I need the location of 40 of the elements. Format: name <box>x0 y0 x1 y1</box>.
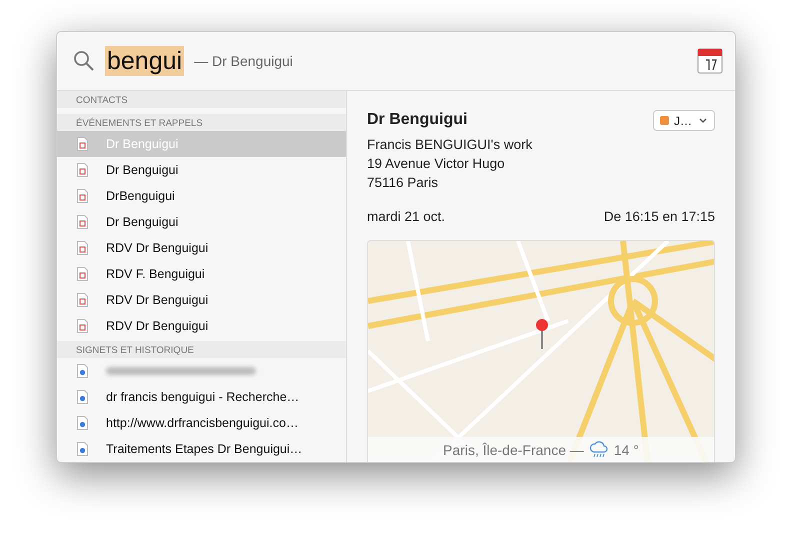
result-item[interactable]: RDV Dr Benguigui <box>57 287 346 313</box>
result-item[interactable]: Dr Benguigui <box>57 209 346 235</box>
search-completion: — Dr Benguigui <box>194 53 293 69</box>
web-file-icon <box>77 442 88 456</box>
calendar-file-icon <box>77 215 88 229</box>
search-icon <box>73 50 95 72</box>
chevron-icon <box>697 116 709 124</box>
section-header: ÉVÉNEMENTS ET RAPPELS <box>57 114 346 131</box>
web-file-icon <box>77 390 88 404</box>
result-item[interactable]: Dr Benguigui <box>57 157 346 183</box>
calendar-file-icon <box>77 189 88 203</box>
result-item[interactable]: Traitements Etapes Dr Benguigui… <box>57 436 346 462</box>
result-item[interactable]: RDV Dr Benguigui <box>57 235 346 261</box>
event-title: Dr Benguigui <box>367 111 468 129</box>
calendar-file-icon <box>77 241 88 255</box>
result-item[interactable]: dr francis benguigui - Recherche… <box>57 384 346 410</box>
web-file-icon <box>77 416 88 430</box>
rain-cloud-icon <box>588 440 609 458</box>
location-line: 75116 Paris <box>367 174 440 192</box>
section-header: CONTACTS <box>57 91 346 108</box>
location-line: Francis BENGUIGUI's work <box>367 136 534 154</box>
section-header: SIGNETS ET HISTORIQUE <box>57 341 346 358</box>
calendar-file-icon <box>77 163 88 177</box>
calendar-file-icon <box>77 137 88 151</box>
result-item[interactable]: DrBenguigui <box>57 183 346 209</box>
web-file-icon <box>77 364 88 378</box>
location-line: 19 Avenue Victor Hugo <box>367 155 506 173</box>
calendar-file-icon <box>77 293 88 307</box>
calendar-icon[interactable] <box>697 47 723 75</box>
calendar-file-icon <box>77 267 88 281</box>
result-item[interactable]: http://www.drfrancisbenguigui.co… <box>57 410 346 436</box>
event-time: De 16:15 en 17:15 <box>604 209 715 224</box>
calendar-dropdown[interactable]: J… <box>653 110 715 131</box>
temperature: 14 ° <box>614 442 639 458</box>
result-item[interactable]: RDV Dr Benguigui <box>57 313 346 339</box>
calendar-file-icon <box>77 319 88 333</box>
event-date: mardi 21 oct. <box>367 209 446 224</box>
result-item[interactable]: RDV F. Benguigui <box>57 261 346 287</box>
map-location: Paris, Île-de-France — <box>443 442 584 458</box>
search-query[interactable]: bengui <box>105 46 184 76</box>
